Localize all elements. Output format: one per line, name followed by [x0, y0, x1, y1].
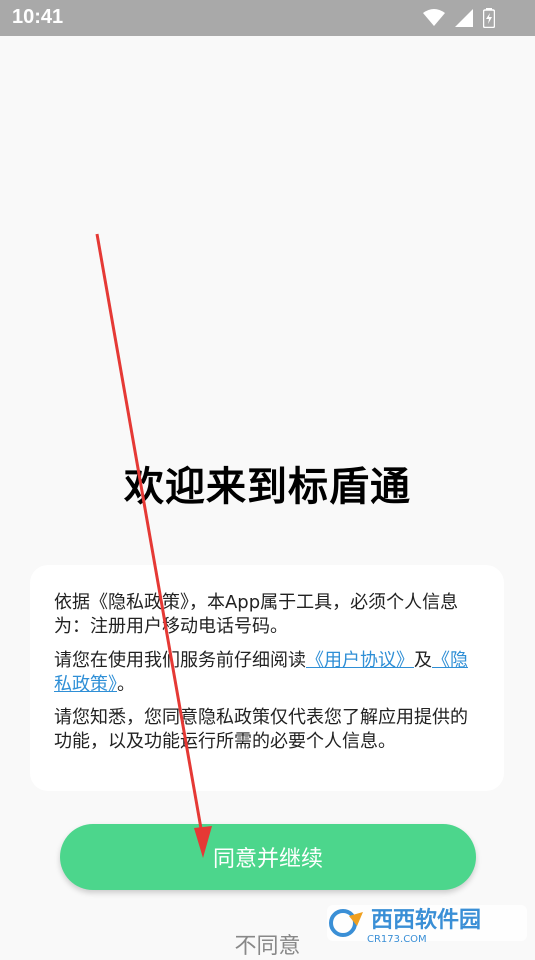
- privacy-paragraph-2: 请您在使用我们服务前仔细阅读《用户协议》及《隐私政策》。: [54, 649, 474, 697]
- welcome-title: 欢迎来到标盾通: [124, 464, 411, 510]
- watermark-brand: 西西软件园: [371, 907, 482, 933]
- battery-icon: [483, 8, 495, 28]
- status-bar: 10:41: [0, 0, 535, 36]
- status-icons: [423, 8, 495, 28]
- agree-continue-button[interactable]: 同意并继续: [60, 824, 476, 890]
- watermark-badge: 西西软件园 CR173.COM: [327, 905, 527, 945]
- paragraph-2-prefix: 请您在使用我们服务前仔细阅读: [54, 650, 306, 671]
- privacy-paragraph-3: 请您知悉，您同意隐私政策仅代表您了解应用提供的功能，以及功能运行所需的必要个人信…: [54, 707, 468, 752]
- privacy-paragraph-1: 依据《隐私政策》，本App属于工具，必须个人信息为：注册用户移动电话号码。: [54, 592, 459, 637]
- paragraph-2-mid: 及: [414, 650, 432, 671]
- paragraph-2-suffix: 。: [117, 674, 135, 695]
- status-time: 10:41: [12, 6, 64, 28]
- cellular-signal-icon: [455, 9, 473, 27]
- watermark-site: CR173.COM: [367, 933, 427, 945]
- privacy-notice-card: 依据《隐私政策》，本App属于工具，必须个人信息为：注册用户移动电话号码。 请您…: [30, 565, 504, 791]
- wifi-icon: [423, 9, 445, 26]
- user-agreement-link[interactable]: 《用户协议》: [306, 650, 414, 671]
- watermark-logo-icon: [329, 909, 363, 937]
